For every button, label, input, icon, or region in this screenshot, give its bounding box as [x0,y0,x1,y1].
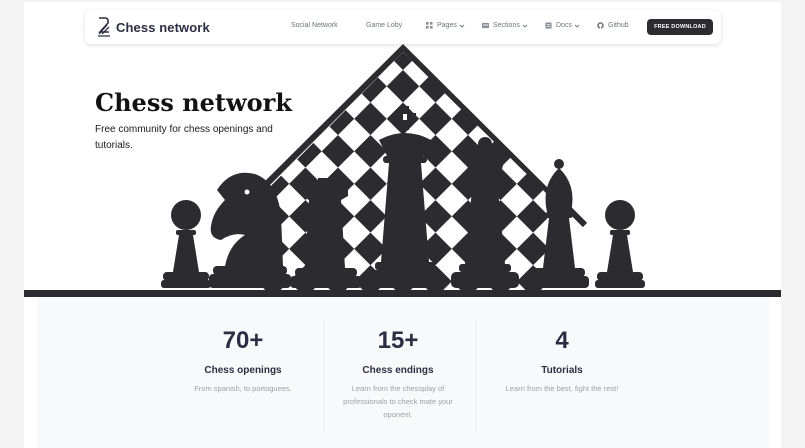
nav-docs-label: Docs [556,22,572,29]
stat-description: From spanish, to portoguees. [194,384,292,393]
github-icon [597,22,604,29]
stat-title: Tutorials [541,365,583,376]
sections-icon [482,22,489,29]
nav-pages-label: Pages [437,22,457,29]
stats-card: 70+ Chess openings From spanish, to port… [37,297,769,448]
hero-divider-bar [24,290,781,297]
stat-value: 4 [555,327,569,354]
stat-value: 70+ [222,327,264,354]
free-download-button[interactable]: FREE DOWNLOAD [647,19,713,35]
brand-link[interactable]: Chess network [96,16,210,38]
stat-chess-endings: 15+ Chess endings Learn from the chesspl… [323,297,473,421]
stat-tutorials: 4 Tutorials Learn from the best, fight t… [487,297,637,395]
nav-docs[interactable]: Docs [545,22,580,29]
nav-social-network-label: Social Network [291,22,338,29]
stat-title: Chess endings [362,365,434,376]
nav-sections[interactable]: Sections [482,22,528,29]
nav-social-network[interactable]: Social Network [291,22,338,29]
chevron-down-icon [522,24,528,28]
nav-sections-label: Sections [493,22,520,29]
brand-logo-icon [98,17,110,37]
nav-game-loby-label: Game Loby [366,22,403,29]
stat-description: Learn from the chessplay of professional… [343,384,453,419]
navbar: Chess network Social Network Game Loby P… [85,10,721,44]
stat-chess-openings: 70+ Chess openings From spanish, to port… [168,297,318,395]
nav-github[interactable]: Github [597,22,629,29]
pawn-piece-right [595,200,645,288]
brand-name: Chess network [116,19,210,35]
stat-divider [475,319,476,434]
chess-board-illustration [161,44,645,290]
stat-description: Learn from the best, fight the rest! [505,384,619,393]
chevron-down-icon [574,24,580,28]
nav-pages[interactable]: Pages [426,22,465,29]
stat-value: 15+ [377,327,419,354]
stat-title: Chess openings [204,365,282,376]
nav-github-label: Github [608,22,629,29]
pawn-piece-left [161,200,211,288]
pages-icon [426,22,433,29]
chevron-down-icon [459,24,465,28]
docs-icon [545,22,552,29]
nav-game-loby[interactable]: Game Loby [366,22,402,29]
